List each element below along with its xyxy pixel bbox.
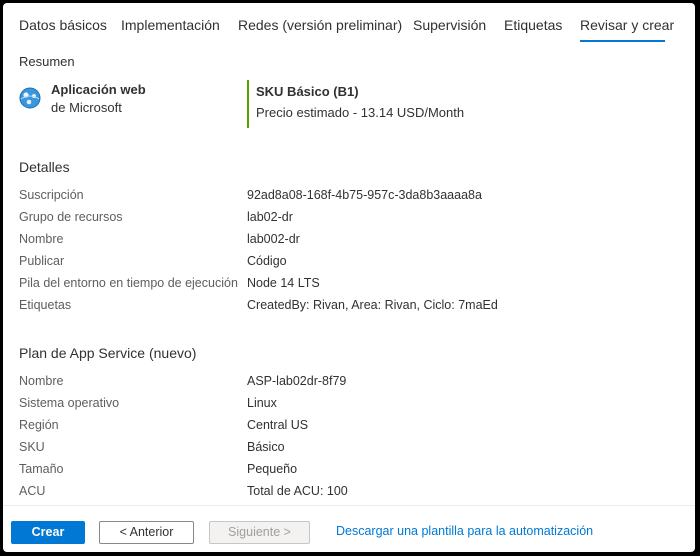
download-template-link[interactable]: Descargar una plantilla para la automati… [336,524,593,538]
detail-value-name: lab002-dr [247,232,300,246]
review-create-blade: Datos básicos Implementación Redes (vers… [3,3,695,552]
app-vendor: de Microsoft [51,100,122,115]
plan-value-region: Central US [247,418,309,432]
detail-label-subscription: Suscripción [19,188,84,202]
plan-label-size: Tamaño [19,462,64,476]
plan-value-sku: Básico [247,440,285,454]
detail-value-runtime-stack: Node 14 LTS [247,276,320,290]
tab-monitoring[interactable]: Supervisión [413,17,486,33]
plan-heading: Plan de App Service (nuevo) [19,345,197,361]
next-button[interactable]: Siguiente > [209,521,310,544]
create-button[interactable]: Crear [11,521,85,544]
plan-value-name: ASP-lab02dr-8f79 [247,374,347,388]
sku-title: SKU Básico (B1) [256,84,359,99]
detail-label-publish: Publicar [19,254,65,268]
detail-label-runtime-stack: Pila del entorno en tiempo de ejecución [19,276,238,290]
detail-label-name: Nombre [19,232,64,246]
plan-label-os: Sistema operativo [19,396,120,410]
web-app-icon [19,87,41,109]
sku-price: Precio estimado - 13.14 USD/Month [256,105,465,120]
plan-label-name: Nombre [19,374,64,388]
plan-value-acu: Total de ACU: 100 [247,484,348,498]
tab-networking[interactable]: Redes (versión preliminar) [238,17,402,33]
app-name: Aplicación web [51,82,146,97]
tab-basics[interactable]: Datos básicos [19,17,107,33]
detail-value-tags: CreatedBy: Rivan, Area: Rivan, Ciclo: 7m… [247,298,498,312]
plan-label-acu: ACU [19,484,46,498]
plan-value-size: Pequeño [247,462,298,476]
plan-label-sku: SKU [19,440,45,454]
detail-value-subscription: 92ad8a08-168f-4b75-957c-3da8b3aaaa8a [247,188,482,202]
detail-value-publish: Código [247,254,287,268]
plan-value-os: Linux [247,396,277,410]
detail-label-tags: Etiquetas [19,298,72,312]
tab-bar: Datos básicos Implementación Redes (vers… [3,3,695,47]
summary-label: Resumen [19,54,75,69]
tab-tags[interactable]: Etiquetas [504,17,562,33]
tab-review-create[interactable]: Revisar y crear [580,17,674,33]
details-heading: Detalles [19,159,70,175]
previous-button[interactable]: < Anterior [99,521,194,544]
detail-label-resource-group: Grupo de recursos [19,210,123,224]
plan-label-region: Región [19,418,59,432]
sku-accent-bar [247,80,249,128]
footer-divider [3,505,695,506]
detail-value-resource-group: lab02-dr [247,210,293,224]
active-tab-indicator [580,40,665,42]
tab-deployment[interactable]: Implementación [121,17,220,33]
